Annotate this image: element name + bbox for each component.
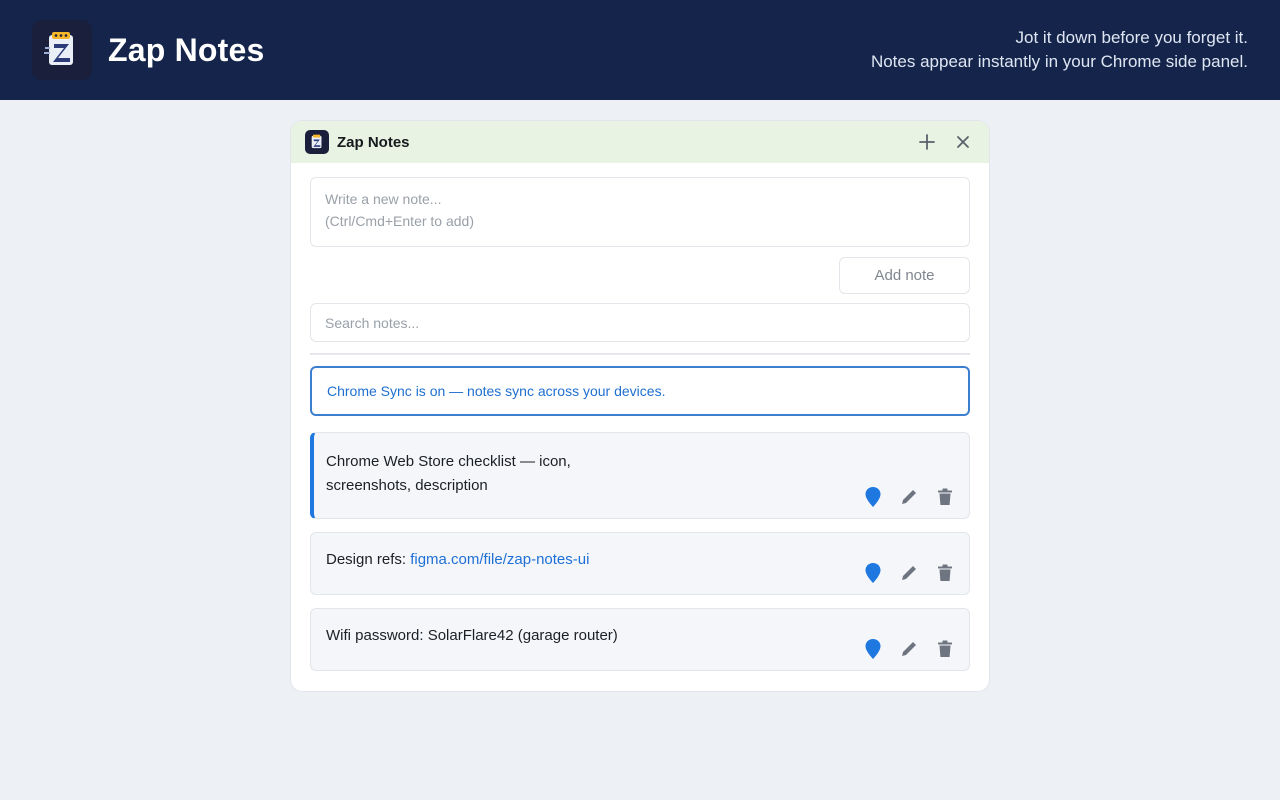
tagline-line-2: Notes appear instantly in your Chrome si…	[870, 52, 1248, 71]
close-panel-button[interactable]	[951, 130, 975, 154]
divider	[310, 353, 970, 355]
pin-icon	[865, 563, 881, 583]
trash-icon	[938, 564, 952, 581]
tagline-line-1: Jot it down before you forget it.	[1015, 28, 1248, 47]
notes-list: Chrome Web Store checklist — icon, scree…	[310, 432, 970, 671]
top-header: Zap Notes Jot it down before you forget …	[0, 0, 1280, 100]
search-input[interactable]: Search notes...	[310, 303, 970, 342]
delete-button[interactable]	[933, 561, 957, 585]
note-text: Wifi password: SolarFlare42 (garage rout…	[326, 627, 618, 644]
add-note-button[interactable]: Add note	[839, 257, 970, 294]
panel-header: Zap Notes	[291, 121, 989, 163]
edit-button[interactable]	[897, 561, 921, 585]
tagline: Jot it down before you forget it. Notes …	[871, 26, 1248, 74]
note-text: Design refs: figma.com/file/zap-notes-ui	[326, 548, 954, 572]
trash-icon	[938, 488, 952, 505]
pin-button[interactable]	[861, 561, 885, 585]
new-note-button[interactable]	[915, 130, 939, 154]
pin-button[interactable]	[861, 485, 885, 509]
pencil-icon	[902, 566, 916, 580]
note-actions	[861, 561, 957, 585]
new-note-textarea[interactable]: Write a new note... (Ctrl/Cmd+Enter to a…	[310, 177, 970, 247]
trash-icon	[938, 640, 952, 657]
note-text-prefix: Design refs:	[326, 551, 411, 568]
panel-logo-icon	[305, 130, 329, 154]
edit-button[interactable]	[897, 485, 921, 509]
note-item[interactable]: Design refs: figma.com/file/zap-notes-ui	[310, 532, 970, 595]
pencil-icon	[902, 642, 916, 656]
plus-icon	[919, 134, 935, 150]
pin-icon	[865, 639, 881, 659]
zap-notes-logo-icon	[32, 20, 92, 80]
pin-icon	[865, 487, 881, 507]
note-actions	[861, 637, 957, 661]
note-item[interactable]: Wifi password: SolarFlare42 (garage rout…	[310, 608, 970, 671]
close-icon	[957, 136, 969, 148]
note-item[interactable]: Chrome Web Store checklist — icon, scree…	[310, 432, 970, 519]
pencil-icon	[902, 490, 916, 504]
add-row: Add note	[310, 257, 970, 294]
edit-button[interactable]	[897, 637, 921, 661]
pin-button[interactable]	[861, 637, 885, 661]
delete-button[interactable]	[933, 637, 957, 661]
app-name: Zap Notes	[108, 31, 265, 68]
panel-title: Zap Notes	[337, 133, 410, 151]
side-panel: Zap Notes Write a new note... (Ctrl/Cmd+…	[290, 120, 990, 692]
panel-body: Write a new note... (Ctrl/Cmd+Enter to a…	[291, 163, 989, 671]
note-actions	[861, 485, 957, 509]
brand: Zap Notes	[32, 20, 265, 80]
note-link[interactable]: figma.com/file/zap-notes-ui	[410, 551, 589, 568]
delete-button[interactable]	[933, 485, 957, 509]
sync-status-banner: Chrome Sync is on — notes sync across yo…	[310, 366, 970, 416]
note-text: Chrome Web Store checklist — icon, scree…	[326, 453, 571, 494]
